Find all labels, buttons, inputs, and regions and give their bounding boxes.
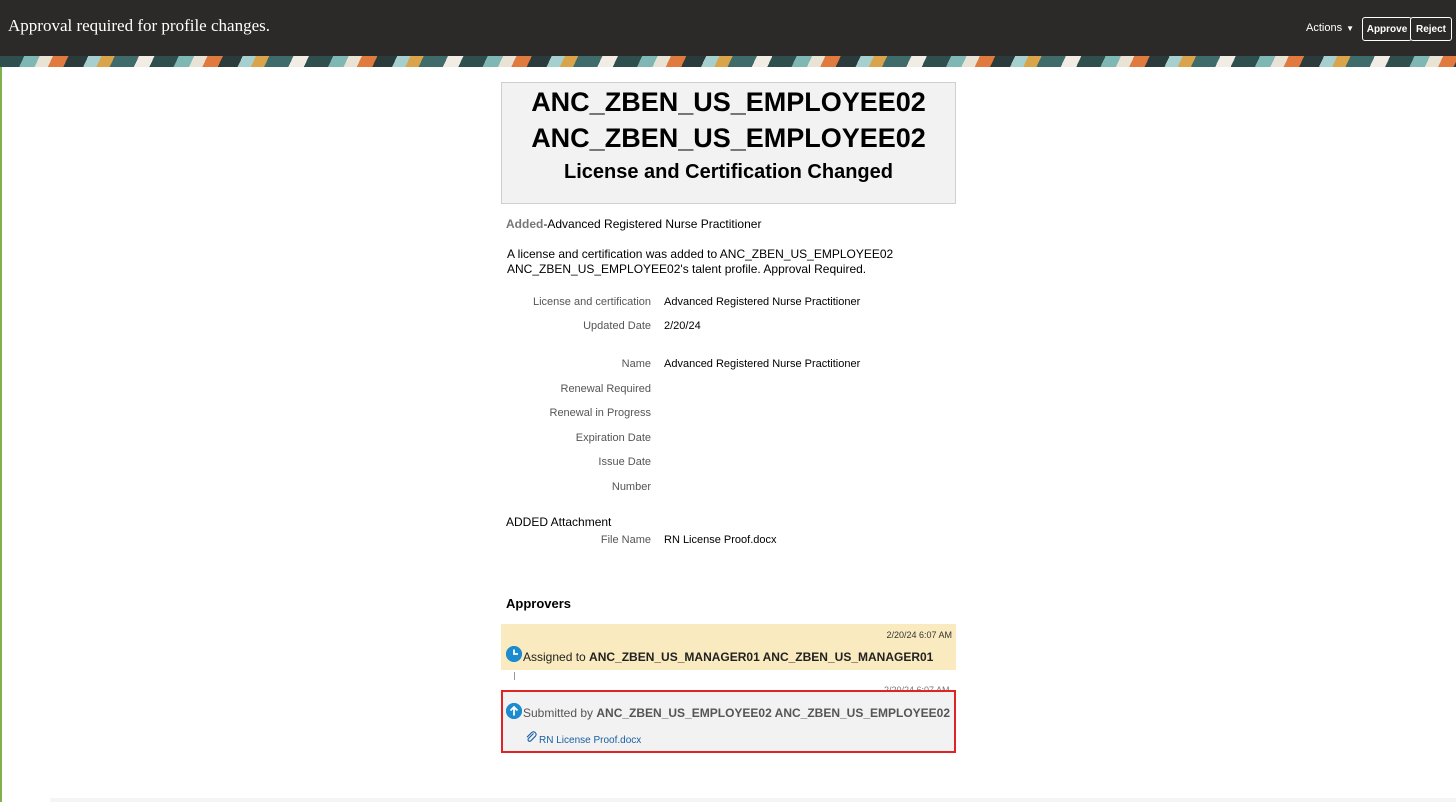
submitted-prefix: Submitted by	[523, 706, 597, 720]
added-tag: Added	[506, 217, 544, 231]
paperclip-icon	[526, 731, 537, 742]
arrow-up-icon	[506, 703, 522, 719]
change-description: A license and certification was added to…	[507, 247, 947, 277]
actions-label: Actions	[1306, 22, 1343, 34]
change-summary: Added-Advanced Registered Nurse Practiti…	[506, 217, 761, 231]
description-line-1: A license and certification was added to…	[507, 247, 894, 261]
change-subtitle: License and Certification Changed	[564, 161, 893, 183]
page-left-edge	[0, 0, 2, 802]
person-name-line-2: ANC_ZBEN_US_EMPLOYEE02	[531, 123, 926, 153]
reject-button[interactable]: Reject	[1410, 17, 1452, 41]
assigned-timestamp: 2/20/24 6:07 AM	[886, 630, 952, 640]
person-name-line-1: ANC_ZBEN_US_EMPLOYEE02	[531, 87, 926, 117]
added-item: -Advanced Registered Nurse Practitioner	[543, 217, 762, 231]
updated-date-value: 2/20/24	[664, 320, 701, 332]
caret-down-icon: ▼	[1346, 23, 1354, 33]
assigned-prefix: Assigned to	[523, 650, 590, 664]
description-line-2: ANC_ZBEN_US_EMPLOYEE02's talent profile.…	[507, 262, 867, 276]
attachment-heading: ADDED Attachment	[506, 515, 612, 529]
approvers-heading: Approvers	[506, 596, 572, 611]
decorative-banner	[0, 56, 1456, 67]
timeline-connector	[514, 672, 515, 680]
updated-date-label: Updated Date	[583, 320, 651, 332]
number-label: Number	[611, 481, 651, 493]
submitted-text: Submitted by ANC_ZBEN_US_EMPLOYEE02 ANC_…	[523, 706, 950, 720]
submitted-by-name: ANC_ZBEN_US_EMPLOYEE02 ANC_ZBEN_US_EMPLO…	[596, 706, 951, 720]
file-name-label: File Name	[600, 534, 651, 546]
issue-date-label: Issue Date	[598, 456, 651, 468]
renewal-required-label: Renewal Required	[560, 383, 652, 395]
renewal-in-progress-label: Renewal in Progress	[549, 407, 652, 419]
top-bar: Approval required for profile changes. A…	[0, 0, 1456, 56]
clock-icon	[506, 646, 522, 662]
actions-menu[interactable]: Actions ▼	[1306, 22, 1354, 34]
summary-header: ANC_ZBEN_US_EMPLOYEE02 ANC_ZBEN_US_EMPLO…	[501, 82, 956, 204]
name-label: Name	[621, 358, 651, 370]
name-value: Advanced Registered Nurse Practitioner	[664, 358, 861, 370]
approve-button[interactable]: Approve	[1362, 17, 1412, 41]
attachment-link[interactable]: RN License Proof.docx	[539, 735, 641, 746]
expiration-date-label: Expiration Date	[575, 432, 651, 444]
page-title: Approval required for profile changes.	[8, 16, 270, 35]
assigned-approver-name: ANC_ZBEN_US_MANAGER01 ANC_ZBEN_US_MANAGE…	[589, 650, 934, 664]
footer-divider	[50, 798, 1456, 802]
assigned-text: Assigned to ANC_ZBEN_US_MANAGER01 ANC_ZB…	[523, 650, 933, 664]
license-label: License and certification	[532, 296, 651, 308]
file-name-value: RN License Proof.docx	[664, 534, 777, 546]
license-value: Advanced Registered Nurse Practitioner	[664, 296, 861, 308]
